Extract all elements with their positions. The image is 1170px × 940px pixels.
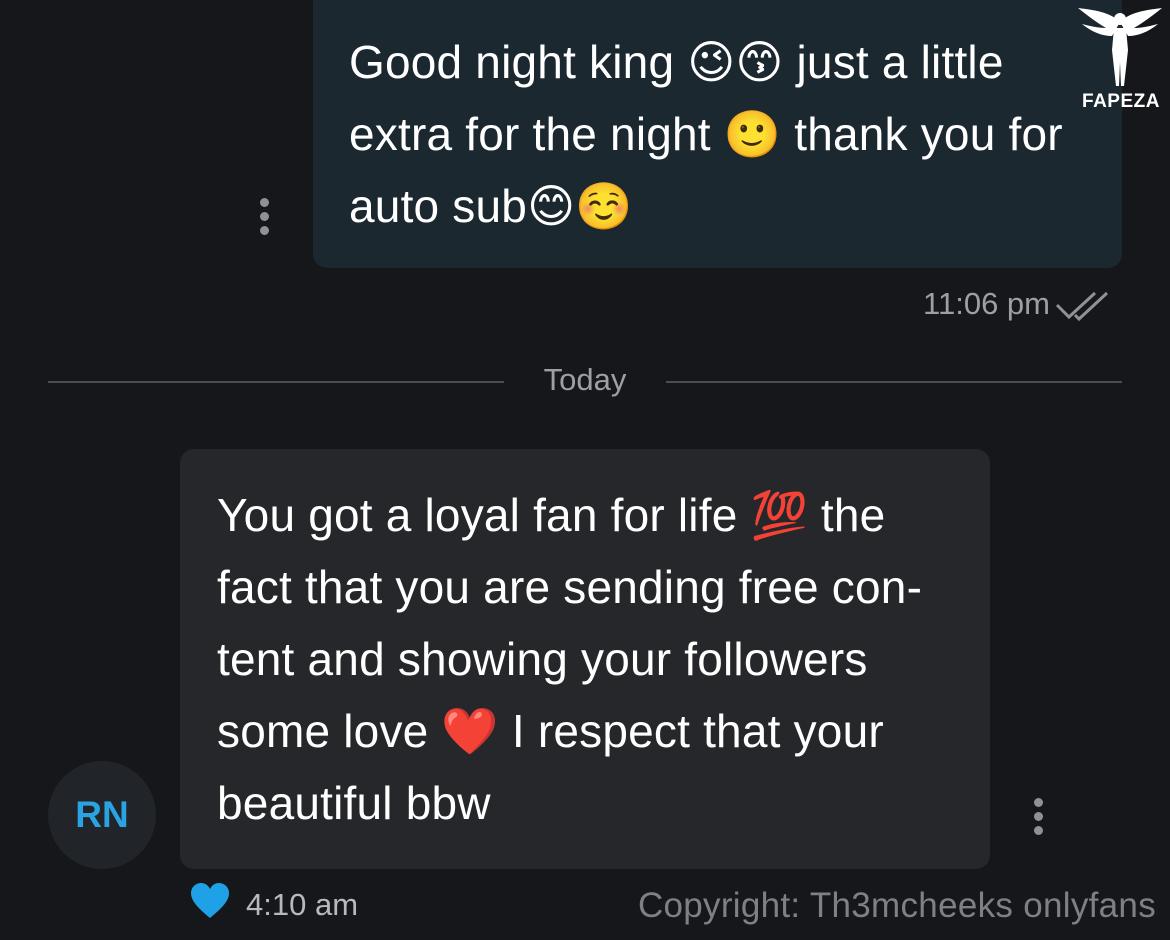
- incoming-message-bubble[interactable]: You got a loyal fan for life 💯 the fact …: [180, 449, 990, 869]
- message-options-icon[interactable]: [259, 198, 269, 235]
- outgoing-message-bubble[interactable]: Good night king 😉😙 just a little extra f…: [313, 0, 1122, 268]
- outgoing-message-time: 11:06 pm: [923, 286, 1050, 321]
- incoming-message-text: You got a loyal fan for life 💯 the fact …: [217, 489, 923, 829]
- double-check-icon: [1055, 291, 1109, 322]
- heart-icon[interactable]: [190, 882, 230, 920]
- date-divider-line-right: [666, 381, 1122, 383]
- date-divider-label: Today: [543, 362, 627, 397]
- avatar[interactable]: RN: [48, 761, 156, 869]
- watermark-logo-text: FAPEZA: [1082, 91, 1160, 112]
- date-divider-line-left: [48, 381, 504, 383]
- chat-screen: Good night king 😉😙 just a little extra f…: [0, 0, 1170, 940]
- incoming-message-time: 4:10 am: [246, 887, 359, 922]
- avatar-initials: RN: [75, 794, 129, 835]
- outgoing-message-text: Good night king 😉😙 just a little extra f…: [349, 36, 1063, 232]
- copyright-watermark: Copyright: Th3mcheeks onlyfans: [637, 886, 1156, 925]
- message-options-icon[interactable]: [1033, 798, 1043, 835]
